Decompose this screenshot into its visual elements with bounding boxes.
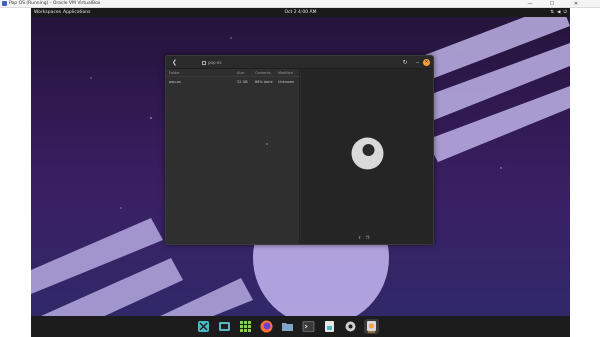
row-folder: pop-os [169,80,181,84]
screenshot-icon[interactable] [217,319,232,334]
close-window-button[interactable]: ✕ [566,0,586,8]
disk-icon [351,137,384,170]
shop-icon[interactable] [322,319,337,334]
refresh-button[interactable]: ↻ [401,58,409,67]
table-row[interactable]: pop-os 52 GB 86% done Unknown [166,78,300,86]
volume-icon: ◀ [556,10,561,15]
top-panel: Workspaces Applications Oct 2 4:00 AM ⇅ … [31,8,570,17]
settings-icon[interactable] [343,319,358,334]
back-button[interactable]: ❮ [170,58,179,67]
maximize-window-button[interactable]: ☐ [542,0,562,8]
virtualbox-window: Pop OS (Running) - Oracle VM VirtualBox … [0,0,600,337]
files-icon[interactable] [280,319,295,334]
column-folder[interactable]: Folder [169,69,180,77]
preview-actions: ⇪ ❐ [357,235,370,240]
installer-icon[interactable] [364,319,379,334]
row-modified: Unknown [278,80,295,84]
minimize-window-button[interactable]: — [520,0,540,8]
workspaces-icon[interactable] [196,319,211,334]
window-header: ❮ pop-os ↻ – ✕ [166,56,433,69]
terminal-icon[interactable] [301,319,316,334]
preview-pane: ⇪ ❐ [301,69,433,244]
path-bar[interactable]: pop-os [202,59,222,66]
list-header: Folder Size Contents Modified [166,69,300,77]
copy-icon[interactable]: ❐ [365,235,370,240]
installer-window: ❮ pop-os ↻ – ✕ Folder Size Contents Modi… [165,55,434,245]
virtualbox-titlebar: Pop OS (Running) - Oracle VM VirtualBox … [0,0,600,8]
loading-indicator [266,143,268,145]
column-modified[interactable]: Modified [278,69,293,77]
drive-icon [202,60,206,65]
column-size[interactable]: Size [237,69,244,77]
close-button[interactable]: ✕ [423,59,430,66]
guest-desktop: Workspaces Applications Oct 2 4:00 AM ⇅ … [31,8,570,337]
firefox-icon[interactable] [259,319,274,334]
partition-list: Folder Size Contents Modified pop-os 52 … [166,69,300,244]
minimize-button[interactable]: – [414,58,421,67]
virtualbox-icon [2,1,7,6]
clock[interactable]: Oct 2 4:00 AM [31,8,570,17]
row-contents: 86% done [255,80,273,84]
share-icon[interactable]: ⇪ [357,235,362,240]
virtualbox-title: Pop OS (Running) - Oracle VM VirtualBox [9,1,101,6]
network-icon: ⇅ [550,10,554,15]
path-label: pop-os [208,60,222,65]
dock [31,316,570,337]
apps-grid-icon[interactable] [238,319,253,334]
power-icon: ⏻ [563,10,567,15]
row-size: 52 GB [237,80,248,84]
column-contents[interactable]: Contents [255,69,271,77]
status-area[interactable]: ⇅ ◀ ⏻ [550,8,567,17]
